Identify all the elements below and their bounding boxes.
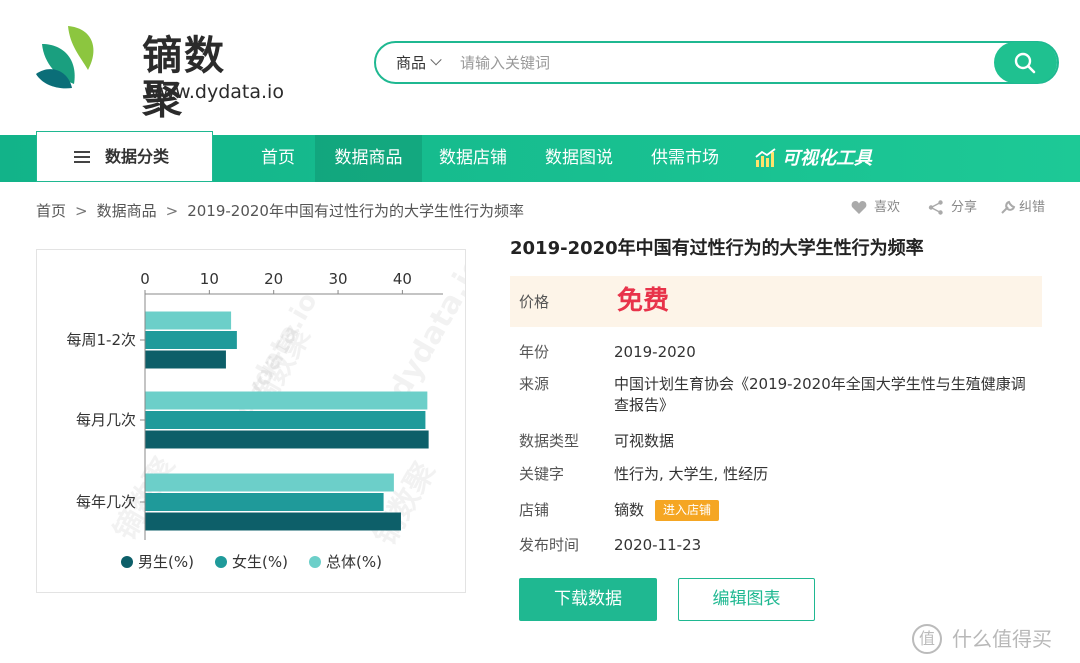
search-bar: 商品 (374, 41, 1059, 84)
datatype-label: 数据类型 (519, 432, 580, 450)
publish-date-value: 2020-11-23 (614, 536, 702, 554)
main-nav: 数据分类 首页 数据商品 数据店铺 数据图说 供需市场 可视化工具 (0, 131, 1080, 182)
share-label: 分享 (951, 200, 978, 215)
nav-item-data-shops[interactable]: 数据店铺 (428, 135, 518, 182)
breadcrumb-home[interactable]: 首页 (36, 202, 66, 220)
bar-male (145, 430, 429, 449)
nav-vis-tool-label: 可视化工具 (782, 148, 872, 169)
brand-name: 镝数聚 (142, 33, 226, 123)
x-tick-label: 0 (140, 270, 150, 288)
bar-female (145, 493, 384, 511)
edit-chart-button[interactable]: 编辑图表 (678, 578, 815, 621)
bar-male (145, 512, 401, 531)
bar-female (145, 331, 237, 349)
bar-total (145, 311, 232, 330)
enter-shop-button[interactable]: 进入店铺 (655, 500, 719, 521)
year-value: 2019-2020 (614, 343, 696, 361)
breadcrumb-current: 2019-2020年中国有过性行为的大学生性行为频率 (187, 202, 524, 220)
breadcrumb-separator: > (165, 202, 179, 220)
smzdm-text: 什么值得买 (952, 627, 1052, 651)
x-tick-label: 30 (328, 270, 347, 288)
nav-item-market[interactable]: 供需市场 (640, 135, 730, 182)
bar-total (145, 473, 394, 492)
search-category-select[interactable]: 商品 (396, 54, 442, 72)
category-menu-label: 数据分类 (105, 147, 170, 166)
datatype-value: 可视数据 (614, 432, 675, 450)
bar-female (145, 411, 426, 429)
legend-label-male: 男生(%) (138, 553, 194, 571)
menu-icon (74, 151, 90, 163)
nav-item-home[interactable]: 首页 (248, 135, 308, 182)
bar-chart: 0 10 20 30 40 每周1-2次每月几次每年几次男生(%) 女生(%) 总体(%) (67, 270, 443, 571)
search-icon (1014, 52, 1036, 74)
page-title: 2019-2020年中国有过性行为的大学生性行为频率 (510, 238, 924, 259)
publish-date-label: 发布时间 (519, 536, 580, 554)
share-icon (928, 200, 943, 215)
chevron-down-icon (430, 54, 442, 66)
legend-marker-total (309, 556, 321, 568)
source-label: 来源 (519, 375, 550, 393)
download-data-button[interactable]: 下载数据 (519, 578, 657, 621)
logo-leaf-icon (36, 26, 94, 89)
site-header: 镝数聚 www.dydata.io 商品 (0, 0, 1080, 133)
price-label: 价格 (519, 293, 550, 311)
x-tick-label: 20 (264, 270, 283, 288)
search-button[interactable] (994, 42, 1057, 83)
report-label: 纠错 (1019, 200, 1046, 215)
x-tick-label: 10 (200, 270, 219, 288)
category-menu-button[interactable]: 数据分类 (36, 131, 213, 182)
breadcrumb-separator: > (75, 202, 88, 220)
brand-logo[interactable]: 镝数聚 www.dydata.io (34, 18, 284, 122)
x-tick-label: 40 (393, 270, 412, 288)
year-label: 年份 (519, 343, 550, 361)
y-category-label: 每年几次 (76, 493, 136, 511)
shop-value[interactable]: 镝数 (614, 500, 644, 521)
price-box: 价格 免费 (510, 276, 1042, 327)
wrench-icon (1001, 200, 1016, 214)
breadcrumb: 首页 > 数据商品 >2019-2020年中国有过性行为的大学生性行为频率 (36, 201, 524, 221)
bar-male (145, 350, 226, 369)
heart-icon (851, 201, 867, 214)
breadcrumb-products[interactable]: 数据商品 (97, 202, 157, 220)
y-category-label: 每周1-2次 (67, 331, 137, 349)
legend-marker-male (121, 556, 133, 568)
keywords-label: 关键字 (519, 465, 565, 483)
search-category-label: 商品 (396, 54, 427, 72)
brand-url: www.dydata.io (144, 81, 284, 103)
like-label: 喜欢 (874, 200, 901, 215)
bar-chart-icon (755, 148, 776, 167)
keywords-value: 性行为, 大学生, 性经历 (614, 465, 769, 483)
shop-label: 店铺 (519, 501, 550, 519)
nav-item-data-charts[interactable]: 数据图说 (534, 135, 624, 182)
bar-total (145, 391, 428, 410)
source-value: 中国计划生育协会《2019-2020年全国大学生性与生殖健康调查报告》 (614, 375, 1026, 414)
nav-item-data-products[interactable]: 数据商品 (315, 135, 422, 182)
y-category-label: 每月几次 (76, 411, 136, 429)
chart-panel: 镝数聚 dydata.io dydata.io 镝数聚 镝数聚 01020304… (36, 249, 466, 593)
legend-marker-female (215, 556, 227, 568)
price-value: 免费 (617, 286, 670, 316)
smzdm-logo-icon: 值 (912, 624, 942, 654)
legend-label-total: 总体(%) (326, 553, 382, 571)
legend-label-female: 女生(%) (232, 553, 288, 571)
search-input[interactable] (460, 52, 980, 74)
